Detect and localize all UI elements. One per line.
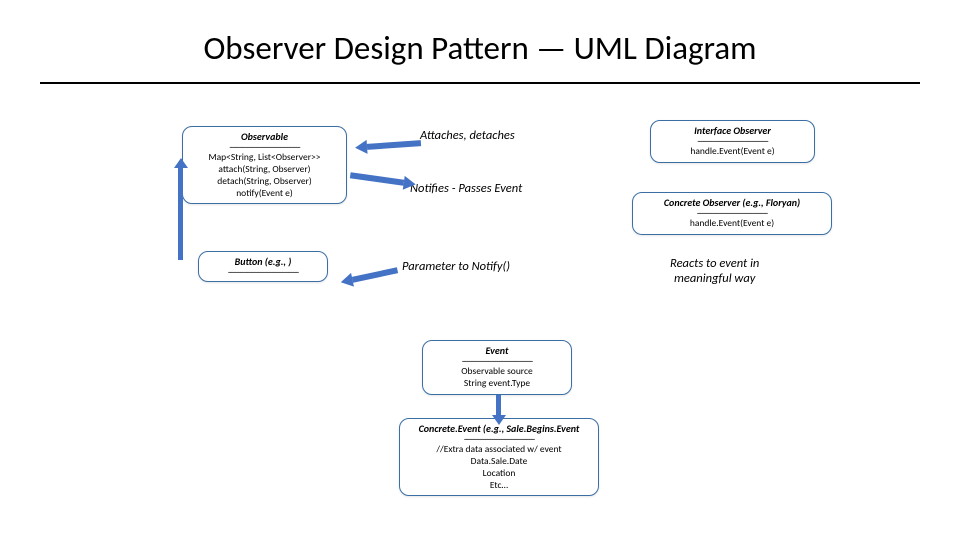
box-sep: ---------------------------------------- [205,269,321,277]
annotation-notify: Notifies - Passes Event [410,181,522,196]
arrow-event-down [496,395,501,415]
box-body: Map<String, List<Observer>> attach(Strin… [189,152,340,200]
annotation-attach: Attaches, detaches [420,128,515,143]
divider [40,82,920,84]
arrow-param [352,267,398,282]
uml-box-interface-observer: Interface Observer ---------------------… [650,120,815,163]
uml-box-event: Event ----------------------------------… [422,340,572,395]
page-title: Observer Design Pattern — UML Diagram [203,28,756,68]
box-body: handle.Event(Event e) [657,146,808,158]
uml-box-button: Button (e.g., ) ------------------------… [198,251,328,282]
box-body: Observable source String event.Type [429,366,565,390]
annotation-reacts: Reacts to event in meaningful way [670,256,759,286]
arrow-attach [367,140,421,150]
uml-box-concrete-event: Concrete.Event (e.g., Sale.Begins.Event … [399,418,599,496]
arrow-notify [350,172,404,185]
uml-box-concrete-observer: Concrete Observer (e.g., Floryan) ------… [632,192,832,235]
box-body: //Extra data associated w/ event Data.Sa… [406,444,592,492]
uml-box-observable: Observable -----------------------------… [182,126,347,204]
annotation-param: Parameter to Notify() [402,259,510,274]
arrow-button-up [178,168,183,260]
box-body: handle.Event(Event e) [639,218,825,230]
